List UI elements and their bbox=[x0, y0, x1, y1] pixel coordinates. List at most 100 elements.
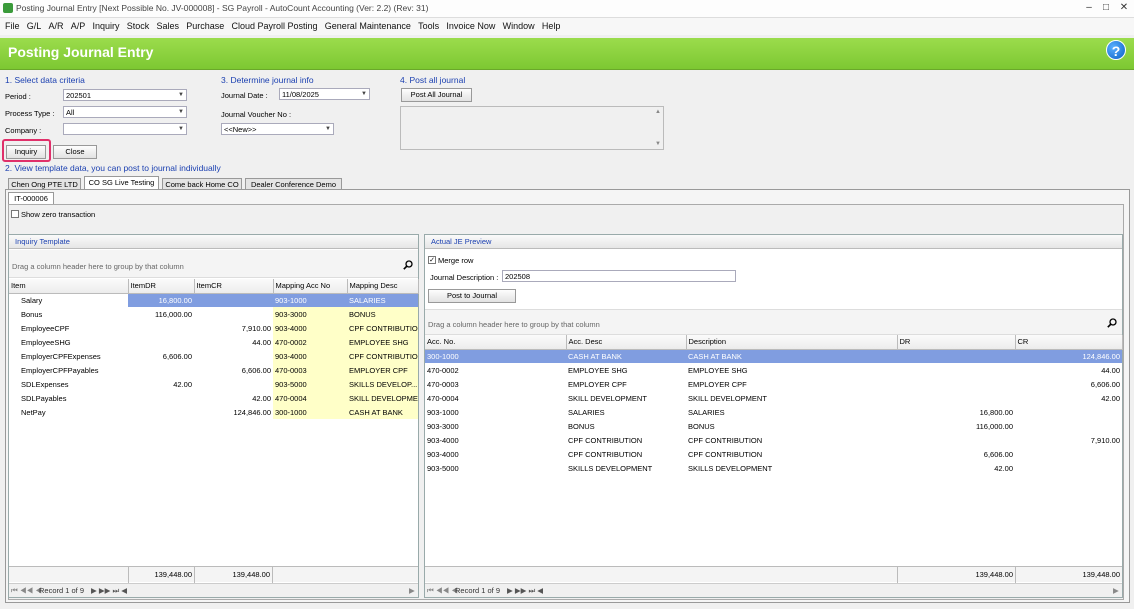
col-dr[interactable]: DR bbox=[897, 335, 1016, 350]
close-window-button[interactable]: ✕ bbox=[1117, 2, 1131, 14]
table-row[interactable]: 470-0003 EMPLOYER CPF EMPLOYER CPF 6,606.00 bbox=[425, 377, 1122, 391]
menu-help[interactable]: Help bbox=[542, 18, 561, 35]
journal-date-value: 11/08/2025 bbox=[282, 90, 319, 99]
summary-footer: 139,448.00 139,448.00 bbox=[9, 566, 418, 583]
minimize-button[interactable]: – bbox=[1082, 2, 1096, 14]
cell-cr bbox=[194, 377, 273, 391]
menu-ap[interactable]: A/P bbox=[71, 18, 86, 35]
scroll-up-icon[interactable]: ▲ bbox=[655, 109, 661, 115]
col-acc-desc[interactable]: Acc. Desc bbox=[566, 335, 687, 350]
search-icon[interactable] bbox=[1107, 318, 1117, 328]
cell-acc-desc: BONUS bbox=[568, 421, 595, 431]
table-row[interactable]: 903-1000 SALARIES SALARIES 16,800.00 bbox=[425, 405, 1122, 419]
col-item[interactable]: Item bbox=[9, 279, 129, 294]
menu-window[interactable]: Window bbox=[503, 18, 535, 35]
menu-file[interactable]: File bbox=[5, 18, 20, 35]
table-row[interactable]: Bonus 116,000.00 903-3000 BONUS bbox=[9, 307, 418, 321]
menu-sales[interactable]: Sales bbox=[157, 18, 180, 35]
company-select[interactable]: ▼ bbox=[63, 123, 187, 135]
journal-desc-input[interactable]: 202508 bbox=[502, 270, 736, 282]
inquiry-button[interactable]: Inquiry bbox=[6, 145, 46, 159]
menu-gl[interactable]: G/L bbox=[27, 18, 42, 35]
cell-acc-desc: SKILL DEVELOPMENT bbox=[568, 393, 647, 403]
cell-dr: 16,800.00 bbox=[128, 293, 194, 307]
cell-acc-desc: CPF CONTRIBUTION bbox=[568, 449, 643, 459]
table-row[interactable]: NetPay 124,846.00 300-1000 CASH AT BANK bbox=[9, 405, 418, 419]
process-type-select[interactable]: All ▼ bbox=[63, 106, 187, 118]
col-mapping-acc[interactable]: Mapping Acc No bbox=[273, 279, 348, 294]
col-mapping-desc[interactable]: Mapping Desc bbox=[347, 279, 419, 294]
subtab-it-000006[interactable]: IT-000006 bbox=[8, 192, 54, 204]
table-row[interactable]: 903-3000 BONUS BONUS 116,000.00 bbox=[425, 419, 1122, 433]
close-button[interactable]: Close bbox=[53, 145, 97, 159]
search-icon[interactable] bbox=[403, 260, 413, 270]
show-zero-checkbox[interactable] bbox=[11, 210, 19, 218]
menu-cloud-payroll[interactable]: Cloud Payroll Posting bbox=[232, 18, 318, 35]
title-bar: Posting Journal Entry [Next Possible No.… bbox=[0, 0, 1134, 18]
nav-next-last-icon[interactable]: ▶ ▶▶ ⏭ ◀ bbox=[507, 586, 543, 596]
post-log-box[interactable]: ▲ ▼ bbox=[400, 106, 664, 150]
table-row[interactable]: 470-0002 EMPLOYEE SHG EMPLOYEE SHG 44.00 bbox=[425, 363, 1122, 377]
cell-desc: CPF CONTRIBUTION bbox=[347, 349, 418, 363]
voucher-select[interactable]: <<New>> ▼ bbox=[221, 123, 334, 135]
cell-description: SALARIES bbox=[688, 407, 725, 417]
view-heading: 2. View template data, you can post to j… bbox=[5, 163, 221, 173]
nav-first-prev-icon[interactable]: ⏮ ◀◀ ◀ bbox=[427, 586, 458, 596]
cell-acc-desc: EMPLOYER CPF bbox=[568, 379, 627, 389]
col-cr[interactable]: CR bbox=[1015, 335, 1123, 350]
table-row[interactable]: Salary 16,800.00 903-1000 SALARIES bbox=[9, 293, 418, 307]
maximize-button[interactable]: □ bbox=[1099, 2, 1113, 14]
grid-header: Acc. No. Acc. Desc Description DR CR bbox=[425, 335, 1123, 350]
table-row[interactable]: 470-0004 SKILL DEVELOPMENT SKILL DEVELOPME… bbox=[425, 391, 1122, 405]
period-select[interactable]: 202501 ▼ bbox=[63, 89, 187, 101]
menu-tools[interactable]: Tools bbox=[418, 18, 439, 35]
cell-dr bbox=[128, 321, 194, 335]
nav-first-prev-icon[interactable]: ⏮ ◀◀ ◀ bbox=[11, 586, 42, 596]
cell-dr: 116,000.00 bbox=[976, 421, 1013, 431]
col-itemcr[interactable]: ItemCR bbox=[194, 279, 274, 294]
table-row[interactable]: 903-5000 SKILLS DEVELOPMENT SKILLS DEVELOP… bbox=[425, 461, 1122, 475]
voucher-value: <<New>> bbox=[224, 125, 257, 134]
cell-item: EmployeeSHG bbox=[21, 337, 71, 347]
record-navigator: ⏮ ◀◀ ◀ Record 1 of 9 ▶ ▶▶ ⏭ ◀ ▶ bbox=[9, 583, 418, 597]
scroll-right-icon[interactable]: ▶ bbox=[1113, 586, 1119, 595]
cell-item: Salary bbox=[9, 293, 128, 307]
cell-desc: SKILLS DEVELOP... bbox=[347, 377, 418, 391]
nav-next-last-icon[interactable]: ▶ ▶▶ ⏭ ◀ bbox=[91, 586, 127, 596]
table-row[interactable]: 300-1000 CASH AT BANK CASH AT BANK 124,846.… bbox=[425, 349, 1122, 363]
grid-header: Item ItemDR ItemCR Mapping Acc No Mappin… bbox=[9, 279, 419, 294]
col-acc-no[interactable]: Acc. No. bbox=[425, 335, 567, 350]
table-row[interactable]: EmployerCPFExpenses 6,606.00 903-4000 CPF C… bbox=[9, 349, 418, 363]
post-all-journal-button[interactable]: Post All Journal bbox=[401, 88, 472, 102]
col-itemdr[interactable]: ItemDR bbox=[128, 279, 195, 294]
journal-date-input[interactable]: 11/08/2025 ▼ bbox=[279, 88, 370, 100]
cell-item: SDLExpenses bbox=[21, 379, 69, 389]
table-row[interactable]: SDLExpenses 42.00 903-5000 SKILLS DEVELOP..… bbox=[9, 377, 418, 391]
group-by-bar[interactable]: Drag a column header here to group by th… bbox=[9, 250, 418, 278]
cell-acc: 470-0004 bbox=[273, 391, 347, 405]
help-icon[interactable]: ? bbox=[1106, 40, 1126, 60]
table-row[interactable]: 903-4000 CPF CONTRIBUTION CPF CONTRIBUTION… bbox=[425, 447, 1122, 461]
post-to-journal-button[interactable]: Post to Journal bbox=[428, 289, 516, 303]
group-by-bar[interactable]: Drag a column header here to group by th… bbox=[425, 309, 1122, 335]
table-row[interactable]: SDLPayables 42.00 470-0004 SKILL DEVELOPME.… bbox=[9, 391, 418, 405]
menu-ar[interactable]: A/R bbox=[49, 18, 64, 35]
menu-stock[interactable]: Stock bbox=[127, 18, 150, 35]
menu-invoice-now[interactable]: Invoice Now bbox=[446, 18, 495, 35]
table-row[interactable]: EmployeeCPF 7,910.00 903-4000 CPF CONTRIBUT… bbox=[9, 321, 418, 335]
merge-row-checkbox[interactable]: ✓ bbox=[428, 256, 436, 264]
menu-purchase[interactable]: Purchase bbox=[186, 18, 224, 35]
cell-cr: 7,910.00 bbox=[1090, 435, 1120, 445]
cell-cr: 124,846.00 bbox=[1015, 349, 1122, 363]
menu-general-maintenance[interactable]: General Maintenance bbox=[325, 18, 411, 35]
col-description[interactable]: Description bbox=[686, 335, 898, 350]
table-row[interactable]: EmployeeSHG 44.00 470-0002 EMPLOYEE SHG bbox=[9, 335, 418, 349]
scroll-right-icon[interactable]: ▶ bbox=[409, 586, 415, 595]
scroll-down-icon[interactable]: ▼ bbox=[655, 141, 661, 147]
menu-inquiry[interactable]: Inquiry bbox=[93, 18, 120, 35]
tab-co-sg-live[interactable]: CO SG Live Testing bbox=[84, 176, 159, 190]
table-row[interactable]: EmployerCPFPayables 6,606.00 470-0003 EMPLO… bbox=[9, 363, 418, 377]
cell-description: SKILL DEVELOPMENT bbox=[688, 393, 767, 403]
table-row[interactable]: 903-4000 CPF CONTRIBUTION CPF CONTRIBUTION… bbox=[425, 433, 1122, 447]
cell-dr bbox=[897, 377, 1015, 391]
